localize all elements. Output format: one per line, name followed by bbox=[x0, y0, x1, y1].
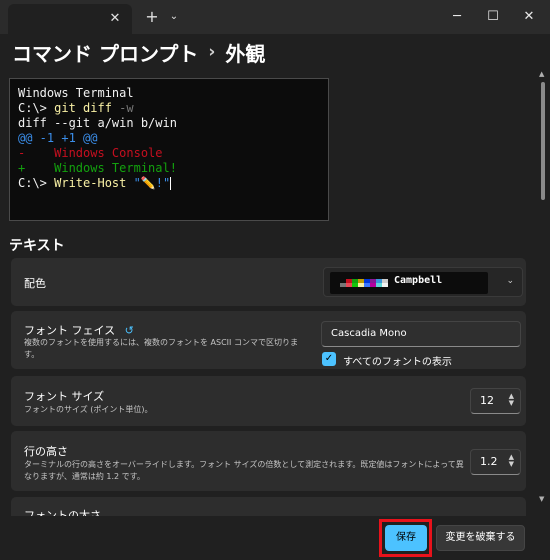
font-face-input[interactable]: Cascadia Mono bbox=[321, 321, 521, 347]
title-bar: ✕ + ⌄ ─ ☐ ✕ bbox=[0, 0, 550, 34]
scroll-thumb[interactable] bbox=[541, 82, 545, 200]
breadcrumb-separator-icon: › bbox=[208, 42, 216, 62]
font-face-description: 複数のフォントを使用するには、複数のフォントを ASCII コンマで区切ります。 bbox=[24, 338, 298, 359]
font-size-description: フォントのサイズ (ポイント単位)。 bbox=[24, 405, 153, 414]
scheme-preview: Campbell bbox=[330, 272, 488, 294]
font-size-label: フォント サイズ bbox=[24, 390, 105, 403]
preview-line: diff --git a/win b/win bbox=[18, 116, 177, 130]
font-face-card: フォント フェイス ↺ 複数のフォントを使用するには、複数のフォントを ASCI… bbox=[11, 311, 526, 369]
color-scheme-card: 配色 Campbell ⌄ bbox=[11, 258, 526, 306]
font-size-card: フォント サイズ フォントのサイズ (ポイント単位)。 12 ▲ ▼ bbox=[11, 376, 526, 426]
line-height-description: ターミナルの行の高さをオーバーライドします。フォント サイズの倍数として測定され… bbox=[24, 460, 464, 481]
font-face-label: フォント フェイス bbox=[24, 324, 116, 337]
scheme-swatches bbox=[340, 279, 388, 287]
page-title: 外観 bbox=[225, 41, 266, 66]
preview-line: + Windows Terminal! bbox=[18, 161, 177, 175]
scheme-name: Campbell bbox=[394, 275, 443, 286]
stepper-arrows-icon[interactable]: ▲ ▼ bbox=[509, 393, 514, 407]
new-tab-icon[interactable]: + bbox=[144, 9, 160, 25]
scrollbar[interactable]: ▲ ▼ bbox=[536, 70, 550, 510]
breadcrumb: コマンド プロンプト › 外観 bbox=[12, 38, 265, 66]
terminal-preview: Windows Terminal C:\> git diff -w diff -… bbox=[9, 78, 329, 221]
show-all-fonts-label: すべてのフォントの表示 bbox=[343, 357, 452, 368]
discard-changes-button[interactable]: 変更を破棄する bbox=[436, 525, 525, 551]
color-swatch bbox=[382, 283, 388, 287]
minimize-icon[interactable]: ─ bbox=[446, 6, 468, 28]
preview-line: Windows Terminal bbox=[18, 86, 134, 100]
breadcrumb-parent[interactable]: コマンド プロンプト bbox=[12, 38, 198, 67]
line-height-stepper[interactable]: 1.2 ▲ ▼ bbox=[470, 449, 521, 475]
action-bar: 保存 変更を破棄する bbox=[0, 516, 550, 560]
save-button[interactable]: 保存 bbox=[385, 525, 427, 551]
reset-icon[interactable]: ↺ bbox=[125, 324, 134, 337]
font-size-value: 12 bbox=[480, 394, 494, 407]
line-height-card: 行の高さ ターミナルの行の高さをオーバーライドします。フォント サイズの倍数とし… bbox=[11, 431, 526, 491]
stepper-arrows-icon[interactable]: ▲ ▼ bbox=[509, 454, 514, 468]
tab-dropdown-icon[interactable]: ⌄ bbox=[168, 10, 180, 24]
scroll-up-icon[interactable]: ▲ bbox=[539, 70, 544, 78]
font-face-label-row: フォント フェイス ↺ bbox=[24, 322, 134, 338]
font-size-stepper[interactable]: 12 ▲ ▼ bbox=[470, 388, 521, 414]
close-window-icon[interactable]: ✕ bbox=[518, 6, 540, 28]
section-title: テキスト bbox=[9, 238, 65, 254]
line-height-label: 行の高さ bbox=[24, 445, 68, 458]
line-height-value: 1.2 bbox=[480, 455, 498, 468]
preview-line: - Windows Console bbox=[18, 146, 163, 160]
preview-line: C:\> git diff -w bbox=[18, 101, 134, 115]
preview-line: C:\> Write-Host "✏️!" bbox=[18, 176, 171, 190]
maximize-icon[interactable]: ☐ bbox=[482, 6, 504, 28]
color-scheme-label: 配色 bbox=[24, 277, 46, 290]
color-scheme-dropdown[interactable]: Campbell ⌄ bbox=[323, 267, 523, 297]
scroll-down-icon[interactable]: ▼ bbox=[539, 495, 544, 503]
tab-close-icon[interactable]: ✕ bbox=[106, 10, 124, 28]
preview-line: @@ -1 +1 @@ bbox=[18, 131, 98, 145]
terminal-tab[interactable]: ✕ bbox=[8, 4, 132, 34]
show-all-fonts-checkbox[interactable]: ✓ bbox=[322, 352, 336, 366]
chevron-down-icon: ⌄ bbox=[506, 276, 514, 286]
cursor bbox=[170, 177, 172, 190]
